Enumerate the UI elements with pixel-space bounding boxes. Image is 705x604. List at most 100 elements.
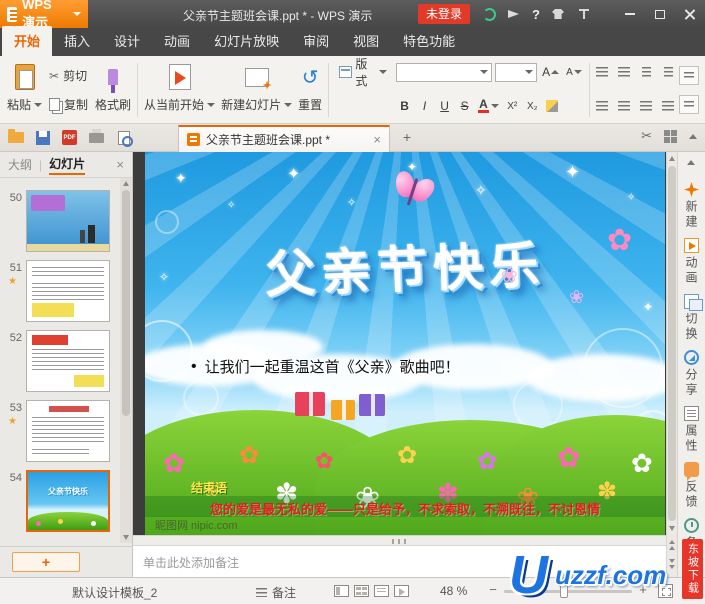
tab-slideshow[interactable]: 幻灯片放映 [202, 26, 291, 56]
subscript-button[interactable]: X₂ [524, 97, 541, 116]
tab-animation[interactable]: 动画 [152, 26, 202, 56]
italic-button[interactable]: I [416, 97, 433, 116]
slides-tab[interactable]: 幻灯片 [49, 155, 86, 175]
sidebar-item-feedback[interactable]: 反馈 [678, 462, 705, 510]
collapse-ribbon-icon[interactable] [689, 134, 697, 139]
panel-scrollbar[interactable] [120, 178, 132, 543]
copy-button[interactable]: 复制 [45, 94, 92, 115]
underline-button[interactable]: U [436, 97, 453, 116]
sync-button[interactable] [480, 5, 498, 23]
panel-close-button[interactable]: × [116, 157, 124, 172]
slide-canvas[interactable]: ✦ ✧ ✦ ✧ ✦ ✧ ✦ ✧ ✦ ✧ 父亲节快乐 • 让我们一起重温这首《父亲… [145, 152, 665, 535]
decrease-indent-button[interactable] [637, 63, 656, 82]
new-document-tab-button[interactable]: + [398, 130, 416, 147]
align-center-button[interactable] [615, 97, 634, 116]
zoom-slider[interactable] [504, 584, 632, 598]
minimize-button[interactable] [615, 0, 645, 28]
tab-design[interactable]: 设计 [102, 26, 152, 56]
sidebar-item-backup[interactable]: 备份 [678, 518, 705, 566]
maximize-button[interactable] [645, 0, 675, 28]
outline-tab[interactable]: 大纲 [8, 156, 32, 173]
cut-button[interactable]: ✂ 剪切 [45, 65, 92, 86]
text-direction-button[interactable] [678, 66, 699, 85]
justify-button[interactable] [659, 97, 678, 116]
document-tab[interactable]: 父亲节主题班会课.ppt * × [178, 125, 390, 152]
slide-thumbnail-53[interactable] [26, 400, 110, 462]
superscript-button[interactable]: X² [504, 97, 521, 116]
bullet-list-button[interactable] [593, 63, 612, 82]
share-button[interactable] [504, 5, 522, 23]
sidebar-item-properties[interactable]: 属性 [678, 406, 705, 454]
sidebar-item-share[interactable]: 分享 [678, 350, 705, 398]
panel-tab-divider: | [39, 157, 43, 172]
paste-button[interactable]: 粘贴 [4, 59, 45, 121]
notes-splitter[interactable] [133, 535, 666, 546]
document-tab-close[interactable]: × [373, 132, 381, 147]
export-pdf-button[interactable]: PDF [60, 128, 79, 147]
sidebar-item-animation[interactable]: 动画 [678, 238, 705, 286]
scrollbar-thumb[interactable] [668, 166, 676, 521]
align-right-button[interactable] [637, 97, 656, 116]
flower-icon: ✿ [477, 448, 498, 475]
new-slide-button[interactable]: 新建幻灯片 [218, 59, 295, 121]
normal-view-icon[interactable] [334, 585, 349, 597]
sidebar-item-transition[interactable]: 切换 [678, 294, 705, 342]
increase-indent-button[interactable] [659, 63, 678, 82]
font-size-select[interactable] [495, 62, 538, 82]
bold-button[interactable]: B [396, 97, 413, 116]
slide-thumbnail-50[interactable] [26, 190, 110, 252]
print-preview-button[interactable] [114, 128, 133, 147]
panel-scrollbar-thumb[interactable] [122, 190, 130, 417]
open-file-button[interactable] [6, 128, 25, 147]
scissors-icon[interactable]: ✂ [641, 129, 652, 144]
login-button[interactable]: 未登录 [418, 4, 470, 24]
sidebar-collapse-icon[interactable] [687, 160, 695, 165]
help-button[interactable]: ? [527, 5, 545, 23]
zoom-in-button[interactable]: + [636, 583, 650, 598]
app-menu-button[interactable]: WPS 演示 [0, 0, 88, 30]
slide-sorter-icon[interactable] [354, 585, 369, 597]
slideshow-view-icon[interactable] [394, 585, 409, 597]
previous-slide-button[interactable] [669, 540, 676, 552]
font-color-button[interactable]: A [476, 97, 501, 116]
fit-window-icon[interactable] [658, 584, 673, 598]
next-slide-button[interactable] [669, 559, 676, 571]
slide-thumbnail-52[interactable] [26, 330, 110, 392]
tab-special-features[interactable]: 特色功能 [391, 26, 467, 56]
save-button[interactable] [33, 128, 52, 147]
slide-title[interactable]: 父亲节快乐 [145, 221, 665, 311]
zoom-out-button[interactable]: − [486, 583, 500, 598]
shrink-font-button[interactable]: A [564, 63, 584, 82]
zoom-slider-handle[interactable] [560, 584, 568, 598]
notes-area[interactable]: 单击此处添加备注 [133, 546, 666, 577]
layout-button[interactable]: 版式 [334, 52, 392, 92]
text-direction-icon [683, 71, 694, 80]
close-button[interactable] [675, 0, 705, 28]
reading-view-icon[interactable] [374, 585, 389, 597]
slide-thumbnail-51[interactable] [26, 260, 110, 322]
print-button[interactable] [87, 128, 106, 147]
sidebar-item-new[interactable]: 新建 [678, 182, 705, 230]
line-spacing-button[interactable] [678, 95, 699, 114]
reset-button[interactable]: ↺ 重置 [295, 59, 325, 121]
strikethrough-button[interactable]: S [456, 97, 473, 116]
skin-button[interactable] [549, 5, 567, 23]
add-slide-button[interactable]: + [12, 552, 80, 572]
font-name-select[interactable] [396, 62, 493, 82]
grow-font-button[interactable]: A [540, 63, 561, 82]
play-from-current-button[interactable]: 从当前开始 [141, 59, 218, 121]
tab-insert[interactable]: 插入 [52, 26, 102, 56]
numbered-list-button[interactable] [615, 63, 634, 82]
vertical-scrollbar[interactable] [666, 152, 677, 535]
highlight-button[interactable] [544, 97, 561, 116]
ending-line[interactable]: 您的爱是最无私的爱——只是给予，不求索取，不溯既往，不讨恩情 [145, 499, 665, 518]
tab-home[interactable]: 开始 [2, 26, 53, 56]
switch-window-icon[interactable] [664, 130, 677, 143]
pin-ribbon-button[interactable] [575, 5, 593, 23]
notes-toggle[interactable]: 备注 [256, 584, 296, 601]
slide-bullet-line[interactable]: • 让我们一起重温这首《父亲》歌曲吧！ [191, 358, 621, 377]
justify-icon [662, 100, 675, 112]
slide-thumbnail-54[interactable]: 父亲节快乐 [26, 470, 110, 532]
align-left-button[interactable] [593, 97, 612, 116]
format-painter-button[interactable]: 格式刷 [92, 59, 134, 121]
